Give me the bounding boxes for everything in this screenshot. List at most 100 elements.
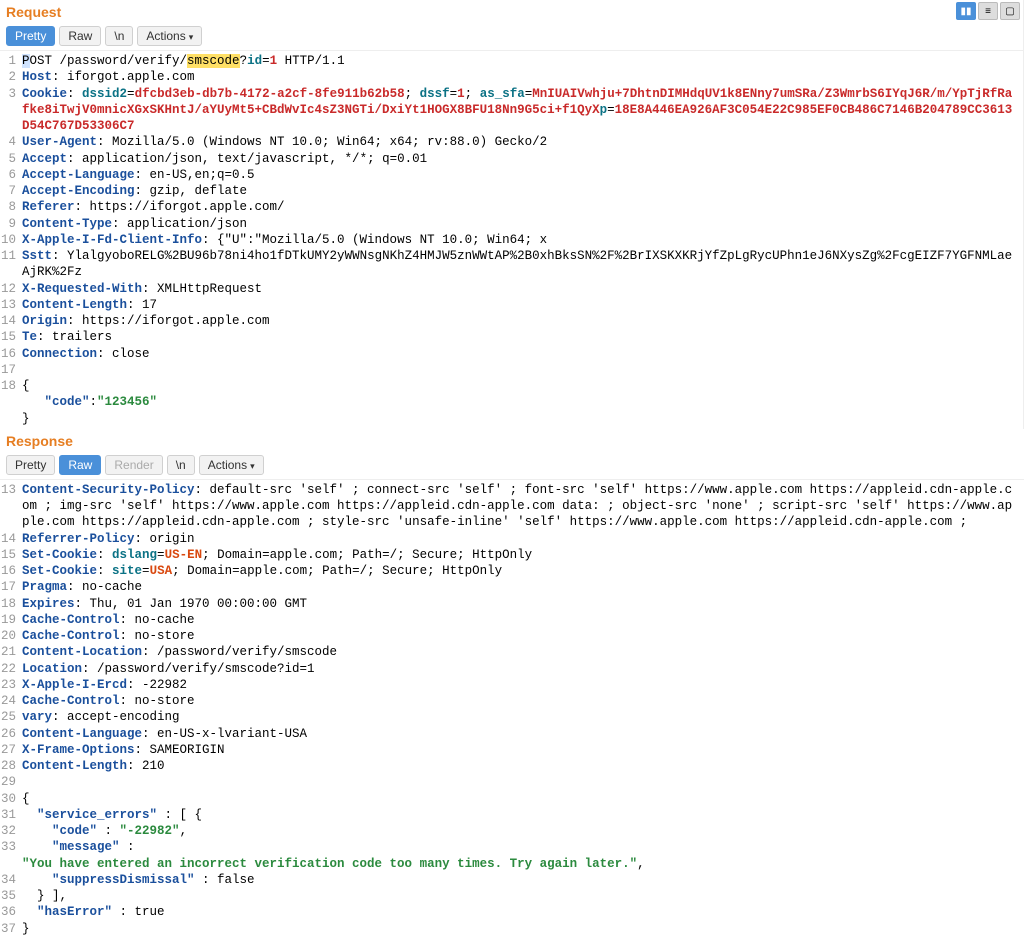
line-content[interactable]: Accept-Language: en-US,en;q=0.5 (22, 167, 1023, 183)
line-content[interactable]: User-Agent: Mozilla/5.0 (Windows NT 10.0… (22, 134, 1023, 150)
response-code-area[interactable]: 13Content-Security-Policy: default-src '… (0, 480, 1024, 939)
code-line[interactable]: 15Set-Cookie: dslang=US-EN; Domain=apple… (0, 547, 1024, 563)
code-line[interactable]: 7Accept-Encoding: gzip, deflate (0, 183, 1023, 199)
line-content[interactable]: Cache-Control: no-store (22, 693, 1024, 709)
response-render-button[interactable]: Render (105, 455, 162, 475)
line-content[interactable]: } (22, 411, 1023, 427)
line-content[interactable]: Content-Language: en-US-x-lvariant-USA (22, 726, 1024, 742)
code-line[interactable]: 10X-Apple-I-Fd-Client-Info: {"U":"Mozill… (0, 232, 1023, 248)
code-line[interactable]: 17 (0, 362, 1023, 378)
line-content[interactable]: Content-Length: 17 (22, 297, 1023, 313)
code-line[interactable]: 17Pragma: no-cache (0, 579, 1024, 595)
code-line[interactable]: 12X-Requested-With: XMLHttpRequest (0, 281, 1023, 297)
code-line[interactable]: 18{ (0, 378, 1023, 394)
layout-side-by-side-button[interactable]: ▮▮ (956, 2, 976, 20)
line-content[interactable]: Cookie: dssid2=dfcbd3eb-db7b-4172-a2cf-8… (22, 86, 1023, 135)
line-content[interactable]: Te: trailers (22, 329, 1023, 345)
line-content[interactable]: X-Apple-I-Ercd: -22982 (22, 677, 1024, 693)
line-content[interactable]: "service_errors" : [ { (22, 807, 1024, 823)
line-content[interactable]: X-Apple-I-Fd-Client-Info: {"U":"Mozilla/… (22, 232, 1023, 248)
code-line[interactable]: 23X-Apple-I-Ercd: -22982 (0, 677, 1024, 693)
line-content[interactable]: Pragma: no-cache (22, 579, 1024, 595)
code-line[interactable]: 32 "code" : "-22982", (0, 823, 1024, 839)
line-content[interactable]: X-Requested-With: XMLHttpRequest (22, 281, 1023, 297)
line-content[interactable]: Location: /password/verify/smscode?id=1 (22, 661, 1024, 677)
code-line[interactable]: 37} (0, 921, 1024, 937)
layout-stacked-button[interactable]: ≡ (978, 2, 998, 20)
line-content[interactable]: Origin: https://iforgot.apple.com (22, 313, 1023, 329)
line-content[interactable]: vary: accept-encoding (22, 709, 1024, 725)
request-newline-button[interactable]: \n (105, 26, 133, 46)
code-line[interactable]: 27X-Frame-Options: SAMEORIGIN (0, 742, 1024, 758)
line-content[interactable]: } (22, 921, 1024, 937)
code-line[interactable]: 33 "message" : (0, 839, 1024, 855)
request-pretty-button[interactable]: Pretty (6, 26, 55, 46)
request-actions-button[interactable]: Actions▾ (137, 26, 202, 46)
code-line[interactable]: 4User-Agent: Mozilla/5.0 (Windows NT 10.… (0, 134, 1023, 150)
code-line[interactable]: 28Content-Length: 210 (0, 758, 1024, 774)
response-raw-button[interactable]: Raw (59, 455, 101, 475)
code-line[interactable]: 34 "suppressDismissal" : false (0, 872, 1024, 888)
line-content[interactable]: Host: iforgot.apple.com (22, 69, 1023, 85)
line-content[interactable]: Cache-Control: no-store (22, 628, 1024, 644)
line-content[interactable]: Expires: Thu, 01 Jan 1970 00:00:00 GMT (22, 596, 1024, 612)
code-line[interactable]: 18Expires: Thu, 01 Jan 1970 00:00:00 GMT (0, 596, 1024, 612)
code-line[interactable]: 8Referer: https://iforgot.apple.com/ (0, 199, 1023, 215)
line-content[interactable]: Set-Cookie: site=USA; Domain=apple.com; … (22, 563, 1024, 579)
line-content[interactable]: { (22, 791, 1024, 807)
line-content[interactable]: Cache-Control: no-cache (22, 612, 1024, 628)
code-line[interactable]: 16Connection: close (0, 346, 1023, 362)
line-content[interactable]: { (22, 378, 1023, 394)
code-line[interactable]: "You have entered an incorrect verificat… (0, 856, 1024, 872)
line-content[interactable]: Accept-Encoding: gzip, deflate (22, 183, 1023, 199)
line-content[interactable]: Connection: close (22, 346, 1023, 362)
line-content[interactable]: Referer: https://iforgot.apple.com/ (22, 199, 1023, 215)
code-line[interactable]: 5Accept: application/json, text/javascri… (0, 151, 1023, 167)
code-line[interactable]: 14Origin: https://iforgot.apple.com (0, 313, 1023, 329)
line-content[interactable]: Accept: application/json, text/javascrip… (22, 151, 1023, 167)
code-line[interactable]: 3Cookie: dssid2=dfcbd3eb-db7b-4172-a2cf-… (0, 86, 1023, 135)
response-newline-button[interactable]: \n (167, 455, 195, 475)
code-line[interactable]: 14Referrer-Policy: origin (0, 531, 1024, 547)
code-line[interactable]: 26Content-Language: en-US-x-lvariant-USA (0, 726, 1024, 742)
code-line[interactable]: 30{ (0, 791, 1024, 807)
code-line[interactable]: 13Content-Length: 17 (0, 297, 1023, 313)
line-content[interactable]: "You have entered an incorrect verificat… (22, 856, 1024, 872)
code-line[interactable]: 9Content-Type: application/json (0, 216, 1023, 232)
code-line[interactable]: 20Cache-Control: no-store (0, 628, 1024, 644)
line-content[interactable]: POST /password/verify/smscode?id=1 HTTP/… (22, 53, 1023, 69)
code-line[interactable]: 36 "hasError" : true (0, 904, 1024, 920)
code-line[interactable]: 6Accept-Language: en-US,en;q=0.5 (0, 167, 1023, 183)
code-line[interactable]: 35 } ], (0, 888, 1024, 904)
line-content[interactable]: Referrer-Policy: origin (22, 531, 1024, 547)
line-content[interactable]: Sstt: YlalgyoboRELG%2BU96b78ni4ho1fDTkUM… (22, 248, 1023, 281)
code-line[interactable]: 19Cache-Control: no-cache (0, 612, 1024, 628)
request-raw-button[interactable]: Raw (59, 26, 101, 46)
line-content[interactable]: } ], (22, 888, 1024, 904)
line-content[interactable]: Content-Security-Policy: default-src 'se… (22, 482, 1024, 531)
code-line[interactable]: 15Te: trailers (0, 329, 1023, 345)
line-content[interactable]: "hasError" : true (22, 904, 1024, 920)
code-line[interactable]: 11Sstt: YlalgyoboRELG%2BU96b78ni4ho1fDTk… (0, 248, 1023, 281)
code-line[interactable]: 16Set-Cookie: site=USA; Domain=apple.com… (0, 563, 1024, 579)
response-actions-button[interactable]: Actions▾ (199, 455, 264, 475)
code-line[interactable]: 24Cache-Control: no-store (0, 693, 1024, 709)
line-content[interactable]: "message" : (22, 839, 1024, 855)
request-code-area[interactable]: 1POST /password/verify/smscode?id=1 HTTP… (0, 51, 1023, 429)
code-line[interactable]: 22Location: /password/verify/smscode?id=… (0, 661, 1024, 677)
line-content[interactable]: Set-Cookie: dslang=US-EN; Domain=apple.c… (22, 547, 1024, 563)
code-line[interactable]: 31 "service_errors" : [ { (0, 807, 1024, 823)
line-content[interactable]: Content-Length: 210 (22, 758, 1024, 774)
line-content[interactable]: "suppressDismissal" : false (22, 872, 1024, 888)
line-content[interactable]: Content-Type: application/json (22, 216, 1023, 232)
code-line[interactable]: 29 (0, 774, 1024, 790)
line-content[interactable]: "code":"123456" (22, 394, 1023, 410)
code-line[interactable]: 1POST /password/verify/smscode?id=1 HTTP… (0, 53, 1023, 69)
code-line[interactable]: 2Host: iforgot.apple.com (0, 69, 1023, 85)
code-line[interactable]: } (0, 411, 1023, 427)
code-line[interactable]: 21Content-Location: /password/verify/sms… (0, 644, 1024, 660)
code-line[interactable]: 13Content-Security-Policy: default-src '… (0, 482, 1024, 531)
response-pretty-button[interactable]: Pretty (6, 455, 55, 475)
line-content[interactable]: "code" : "-22982", (22, 823, 1024, 839)
line-content[interactable]: Content-Location: /password/verify/smsco… (22, 644, 1024, 660)
